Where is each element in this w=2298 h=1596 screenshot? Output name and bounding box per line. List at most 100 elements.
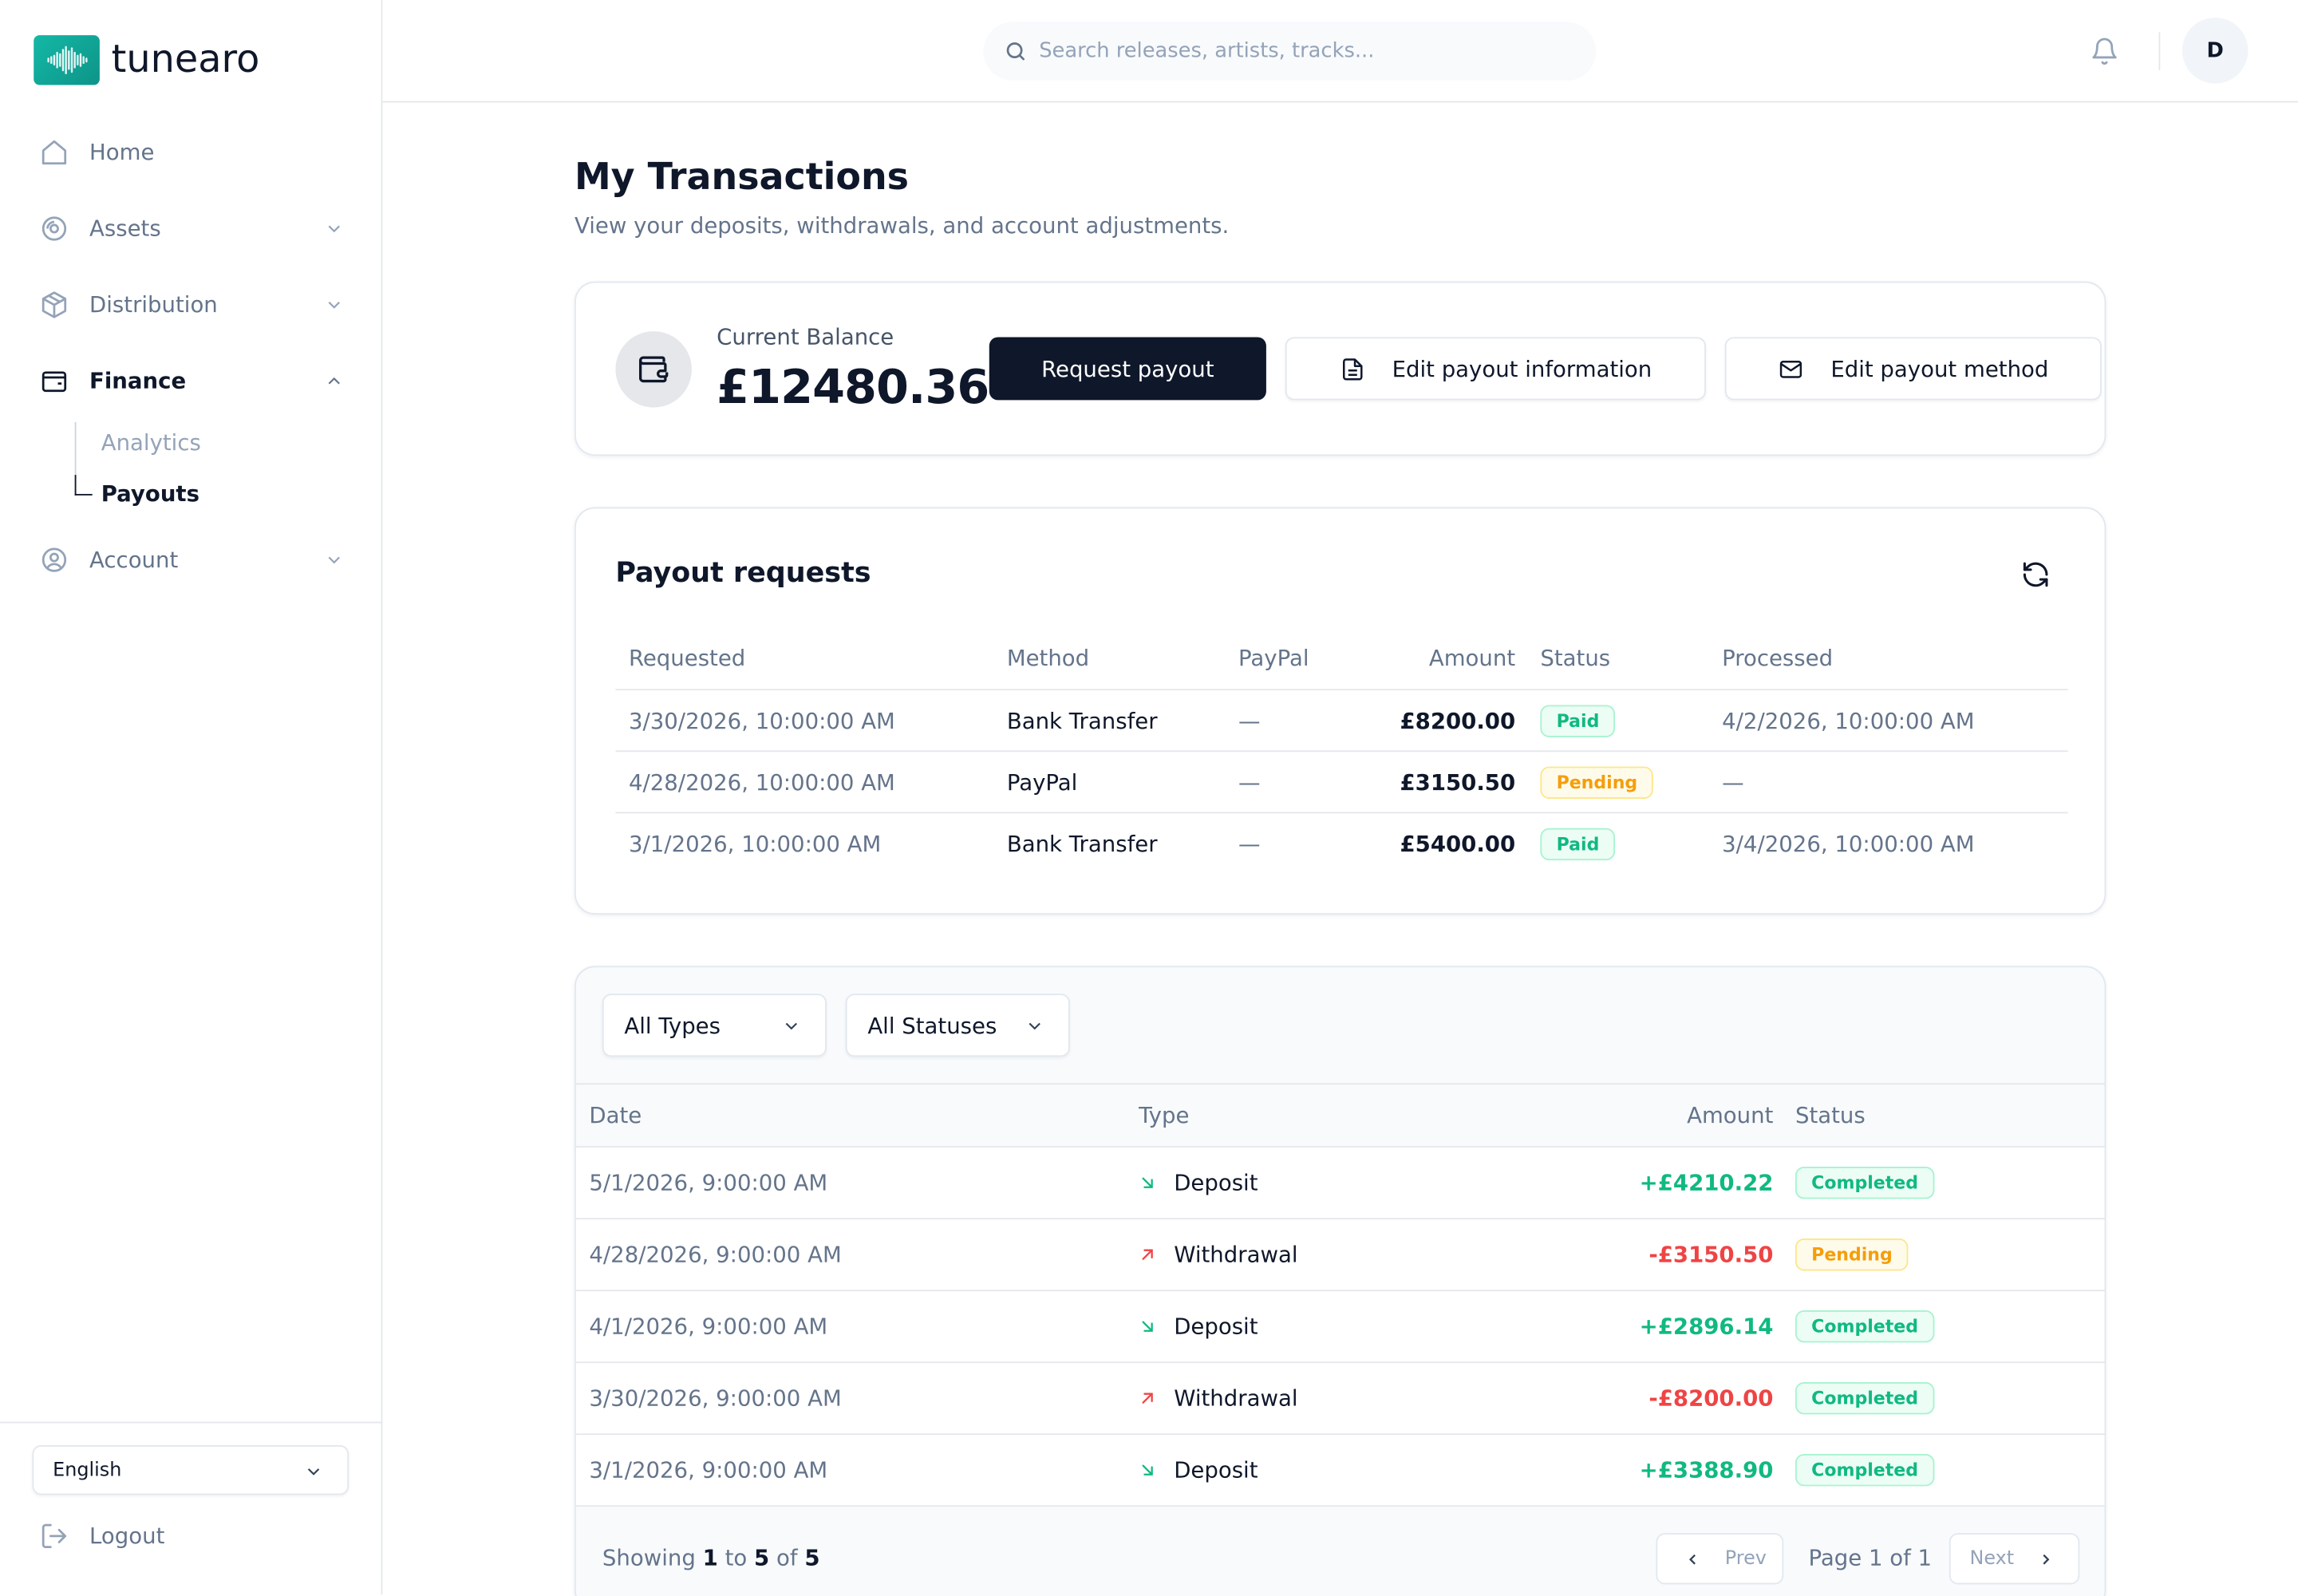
search-placeholder: Search releases, artists, tracks... [1039,39,1375,63]
sidebar-item-account[interactable]: Account [0,522,382,598]
status-badge-cell: Completed [1795,1310,1935,1343]
next-page-button[interactable]: Next [1949,1533,2080,1585]
sidebar-item-label: Assets [89,215,161,243]
sidebar-item-label: Account [89,547,179,574]
status-badge: Completed [1795,1167,1935,1199]
sidebar-item-label: Distribution [89,291,218,318]
amount-cell: +£4210.22 [1639,1169,1774,1196]
chevron-down-icon[interactable] [324,550,345,571]
edit-payout-information-button[interactable]: Edit payout information [1285,337,1706,401]
type-cell: Withdrawal [1139,1241,1298,1268]
processed-cell: 3/4/2026, 10:00:00 AM [1722,831,1975,858]
request-payout-label: Request payout [1041,355,1214,382]
logout-icon [41,1523,67,1549]
method-cell: Bank Transfer [1006,707,1158,734]
chevron-up-icon[interactable] [324,371,345,392]
table-row: 5/1/2026, 9:00:00 AM Deposit +£4210.22 C… [575,1148,2105,1220]
edit-payout-method-button[interactable]: Edit payout method [1724,337,2102,401]
sidebar-subitem-analytics[interactable]: Analytics [101,429,201,456]
sidebar-subitem-payouts[interactable]: Payouts [101,480,199,507]
page-info: Page 1 of 1 [1808,1544,1933,1571]
column-header-requested[interactable]: Requested [629,644,745,670]
status-badge: Paid [1540,828,1616,861]
language-select[interactable]: English [32,1444,349,1495]
type-label: Deposit [1174,1456,1258,1483]
amount-cell: -£8200.00 [1648,1385,1774,1412]
column-header-type[interactable]: Type [1139,1102,1189,1128]
paypal-cell: — [1238,707,1261,734]
status-badge: Pending [1540,765,1654,799]
sidebar-item-home[interactable]: Home [0,114,382,191]
chevron-down-icon[interactable] [324,294,345,315]
disc-icon [40,214,69,243]
refresh-icon[interactable] [2021,560,2051,590]
sidebar-item-label: Home [89,139,155,166]
arrow-down-right-icon [1142,1177,1153,1188]
arrow-up-right-icon [1142,1249,1153,1260]
logout-button[interactable]: Logout [40,1521,165,1551]
table-row: 3/30/2026, 10:00:00 AM Bank Transfer — £… [615,690,2068,753]
column-header-amount[interactable]: Amount [1429,644,1515,670]
home-icon [40,138,69,168]
date-cell: 4/28/2026, 9:00:00 AM [589,1241,842,1268]
type-label: Deposit [1174,1169,1258,1196]
amount-cell: £8200.00 [1400,707,1516,734]
showing-to-word: to [725,1544,748,1571]
table-row: 4/1/2026, 9:00:00 AM Deposit +£2896.14 C… [575,1291,2105,1364]
bell-icon[interactable] [2090,37,2119,66]
status-badge: Paid [1540,704,1616,737]
top-header: Search releases, artists, tracks... D [382,0,2298,103]
sidebar-item-label: Finance [89,368,187,395]
payout-requests-card: Payout requests Requested Method PayPal … [574,507,2106,915]
search-icon [1006,42,1025,61]
search-input[interactable]: Search releases, artists, tracks... [983,22,1597,81]
chevron-down-icon[interactable] [324,219,345,239]
next-label: Next [1969,1547,2015,1570]
type-filter-select[interactable]: All Types [602,994,827,1057]
column-header-amount[interactable]: Amount [1687,1102,1773,1128]
column-header-status[interactable]: Status [1795,1102,1866,1128]
sidebar-item-distribution[interactable]: Distribution [0,267,382,343]
type-label: Withdrawal [1174,1241,1298,1268]
status-badge-cell: Pending [1795,1238,1909,1271]
arrow-down-right-icon [1142,1464,1153,1476]
request-payout-button[interactable]: Request payout [989,337,1266,401]
showing-prefix: Showing [602,1544,696,1571]
chevron-left-icon [1689,1554,1696,1564]
subnav-active-indicator [74,475,93,496]
column-header-processed[interactable]: Processed [1722,644,1833,670]
logo-waveform-icon [34,35,100,85]
chevron-right-icon [2043,1554,2050,1564]
method-cell: PayPal [1006,768,1078,796]
sidebar-item-assets[interactable]: Assets [0,191,382,267]
chevron-down-icon [307,1468,320,1476]
logout-label: Logout [89,1523,165,1550]
page-subtitle: View your deposits, withdrawals, and acc… [574,212,1230,239]
processed-cell: — [1722,768,1744,796]
status-filter-select[interactable]: All Statuses [845,994,1070,1057]
prev-page-button[interactable]: Prev [1656,1533,1784,1585]
logo[interactable]: tunearo [34,35,259,85]
status-badge-cell: Completed [1795,1382,1935,1415]
showing-count: Showing 1 to 5 of 5 [602,1545,820,1571]
table-header-row: Requested Method PayPal Amount Status Pr… [615,626,2068,691]
column-header-paypal[interactable]: PayPal [1238,644,1309,670]
showing-total: 5 [804,1544,820,1571]
status-badge-cell: Paid [1540,704,1616,737]
avatar[interactable]: D [2182,18,2249,84]
column-header-date[interactable]: Date [589,1102,642,1128]
sidebar-item-finance[interactable]: Finance [0,343,382,420]
requested-cell: 3/1/2026, 10:00:00 AM [628,831,882,858]
edit-payout-information-label: Edit payout information [1392,355,1652,382]
chevron-down-icon [785,1022,798,1030]
column-header-status[interactable]: Status [1540,644,1610,670]
package-icon [40,290,69,320]
column-header-method[interactable]: Method [1007,644,1089,670]
type-cell: Deposit [1139,1170,1258,1196]
status-badge: Completed [1795,1382,1935,1415]
document-icon [1339,355,1365,381]
page-title: My Transactions [574,155,909,198]
amount-cell: +£2896.14 [1639,1313,1774,1340]
table-row: 3/1/2026, 9:00:00 AM Deposit +£3388.90 C… [575,1435,2105,1507]
type-filter-value: All Types [624,1012,721,1039]
